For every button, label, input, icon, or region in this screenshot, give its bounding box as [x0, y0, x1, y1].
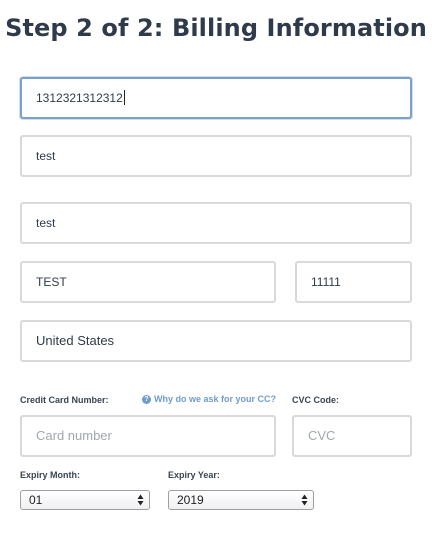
cvc-label: CVC Code: [292, 395, 339, 405]
cvc-field[interactable]: CVC [292, 415, 412, 457]
card-number-label: Credit Card Number: [20, 395, 109, 405]
expiry-month-select[interactable]: 01 [20, 490, 150, 510]
question-icon: ? [142, 394, 151, 404]
billing-field-2[interactable]: test [20, 135, 412, 177]
cvc-placeholder: CVC [308, 428, 336, 443]
select-arrows-icon [137, 494, 144, 506]
billing-field-3[interactable]: test [20, 202, 412, 244]
cc-help-link[interactable]: ? Why do we ask for your CC? [142, 394, 276, 404]
country-field-value: United States [36, 333, 115, 348]
expiry-year-label: Expiry Year: [168, 470, 220, 480]
expiry-month-value: 01 [29, 493, 43, 507]
city-field[interactable]: TEST [20, 261, 276, 303]
expiry-month-label: Expiry Month: [20, 470, 80, 480]
billing-field-1[interactable]: 1312321312312 [20, 77, 412, 119]
billing-field-3-value: test [36, 216, 56, 230]
card-number-field[interactable]: Card number [20, 415, 276, 457]
zip-field[interactable]: 11111 [295, 261, 412, 303]
card-number-placeholder: Card number [36, 428, 112, 443]
city-field-value: TEST [36, 275, 67, 289]
billing-field-1-value: 1312321312312 [36, 91, 123, 105]
zip-field-value: 11111 [311, 275, 341, 289]
expiry-year-select[interactable]: 2019 [168, 490, 314, 510]
select-arrows-icon [301, 494, 308, 506]
billing-field-2-value: test [36, 149, 56, 163]
text-cursor [123, 90, 125, 106]
country-field[interactable]: United States [20, 320, 412, 362]
cc-help-link-label: Why do we ask for your CC? [154, 394, 277, 404]
expiry-year-value: 2019 [177, 493, 204, 507]
page-title: Step 2 of 2: Billing Information [5, 14, 427, 42]
